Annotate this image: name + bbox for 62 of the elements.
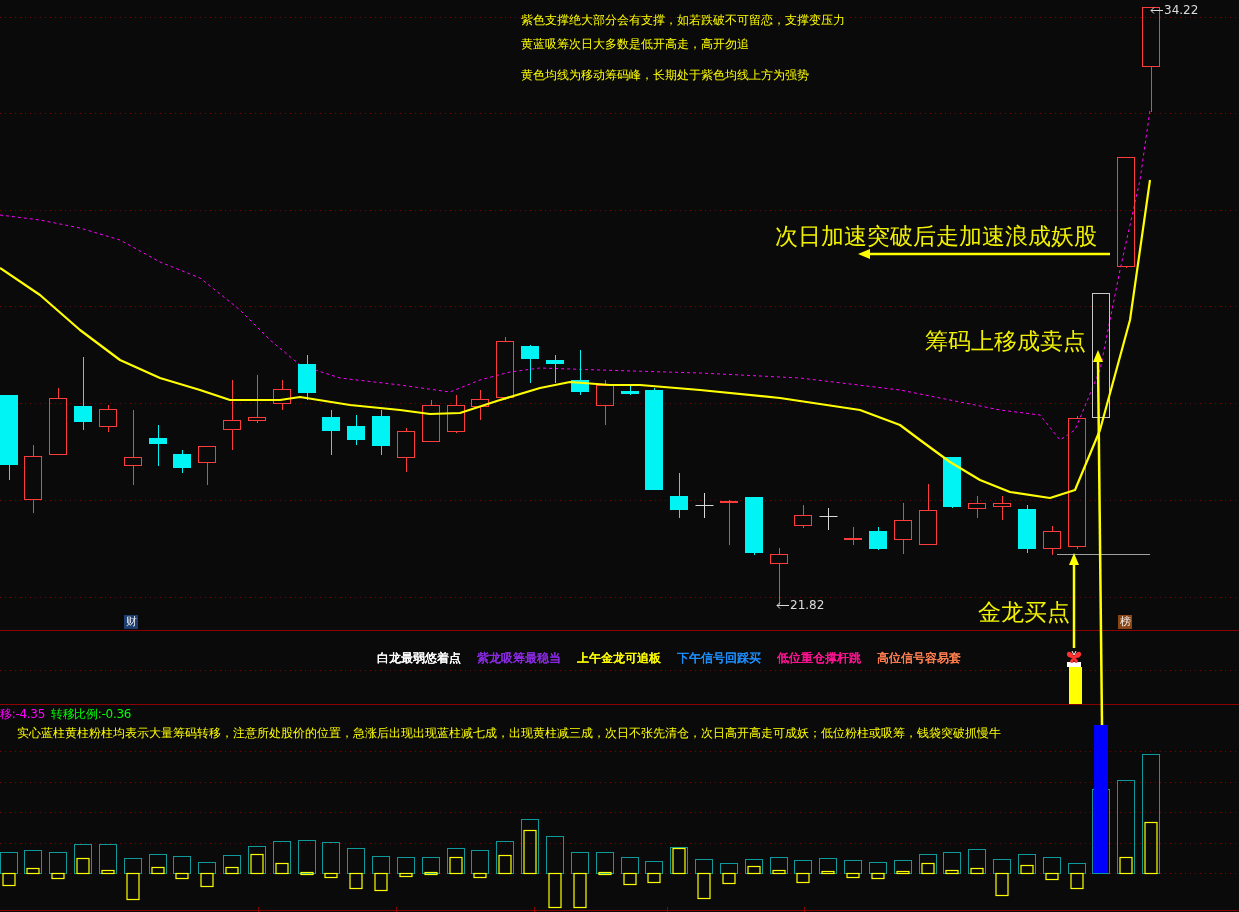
candlestick (273, 379, 291, 411)
candlestick (372, 409, 390, 456)
candlestick (695, 492, 714, 519)
signal-legend-item: 白龙最弱悠着点 (377, 651, 461, 665)
candlestick (720, 499, 738, 546)
marker-tag: 财 (124, 615, 138, 629)
chart-note: 黄蓝吸筹次日大多数是低开高走，高开勿追 (521, 37, 749, 51)
candlestick (298, 354, 316, 401)
chart-note: 黄色均线为移动筹码峰，长期处于紫色均线上方为强势 (521, 68, 809, 82)
marker-tag: 榜 (1118, 615, 1132, 629)
candlestick (571, 349, 589, 396)
indicator-readout: 移:-4.35 (0, 707, 45, 721)
candlestick (422, 399, 440, 442)
candlestick (223, 379, 241, 451)
candlestick (198, 446, 216, 486)
chart-note: 紫色支撑绝大部分会有支撑，如若跌破不可留恋，支撑变压力 (521, 13, 845, 27)
candlestick (49, 387, 67, 455)
candlestick (844, 526, 862, 546)
candlestick (770, 547, 788, 606)
candlestick (919, 483, 937, 545)
candlestick (894, 502, 912, 555)
left-arrow-icon (776, 602, 789, 609)
indicator-description: 实心蓝柱黄柱粉柱均表示大量筹码转移，注意所处股价的位置，急涨后出现出现蓝柱减七成，出现黄柱减三成，次日不张先清仓，次日高开高走可成妖；低位粉柱或吸筹，钱袋突破抓慢牛 (17, 726, 1002, 740)
candlestick (794, 504, 812, 529)
signal-legend-item: 低位重仓撑杆跳 (777, 651, 861, 665)
candlestick (248, 374, 266, 424)
candlestick (819, 507, 838, 531)
indicator-readout: 转移比例:-0.36 (51, 707, 132, 721)
candlestick (745, 497, 763, 556)
candlestick (496, 336, 514, 401)
signal-legend-item: 紫龙吸筹最稳当 (477, 651, 561, 665)
price-label: 34.22 (1164, 4, 1199, 17)
annotation-text: 次日加速突破后走加速浪成妖股 (775, 224, 1097, 250)
butterfly-icon (1066, 650, 1082, 667)
left-arrow-icon (1150, 7, 1163, 14)
candlestick (322, 409, 340, 456)
signal-legend-item: 高位信号容易套 (877, 651, 961, 665)
candlestick (621, 384, 639, 396)
candlestick (447, 394, 465, 434)
candlestick (546, 354, 564, 384)
annotation-text: 筹码上移成卖点 (925, 329, 1086, 355)
candlestick (173, 449, 191, 474)
price-label: 21.82 (790, 599, 825, 612)
signal-legend-item: 下午信号回踩买 (677, 651, 761, 665)
candlestick (24, 444, 42, 514)
candlestick (968, 495, 986, 519)
annotation-text: 金龙买点 (978, 600, 1070, 626)
candlestick (993, 495, 1011, 521)
candlestick (596, 379, 614, 426)
candlestick (471, 389, 489, 421)
candlestick (149, 424, 167, 467)
candlestick (1018, 504, 1036, 554)
candlestick (869, 526, 887, 551)
candlestick (99, 404, 117, 433)
candlestick (670, 472, 688, 519)
candlestick (943, 457, 961, 509)
candlestick (521, 344, 539, 384)
signal-legend-item: 上午金龙可追板 (577, 651, 661, 665)
candlestick (1043, 525, 1061, 556)
candlestick (397, 427, 415, 473)
signal-bar (1069, 667, 1082, 704)
candlestick (347, 414, 365, 446)
